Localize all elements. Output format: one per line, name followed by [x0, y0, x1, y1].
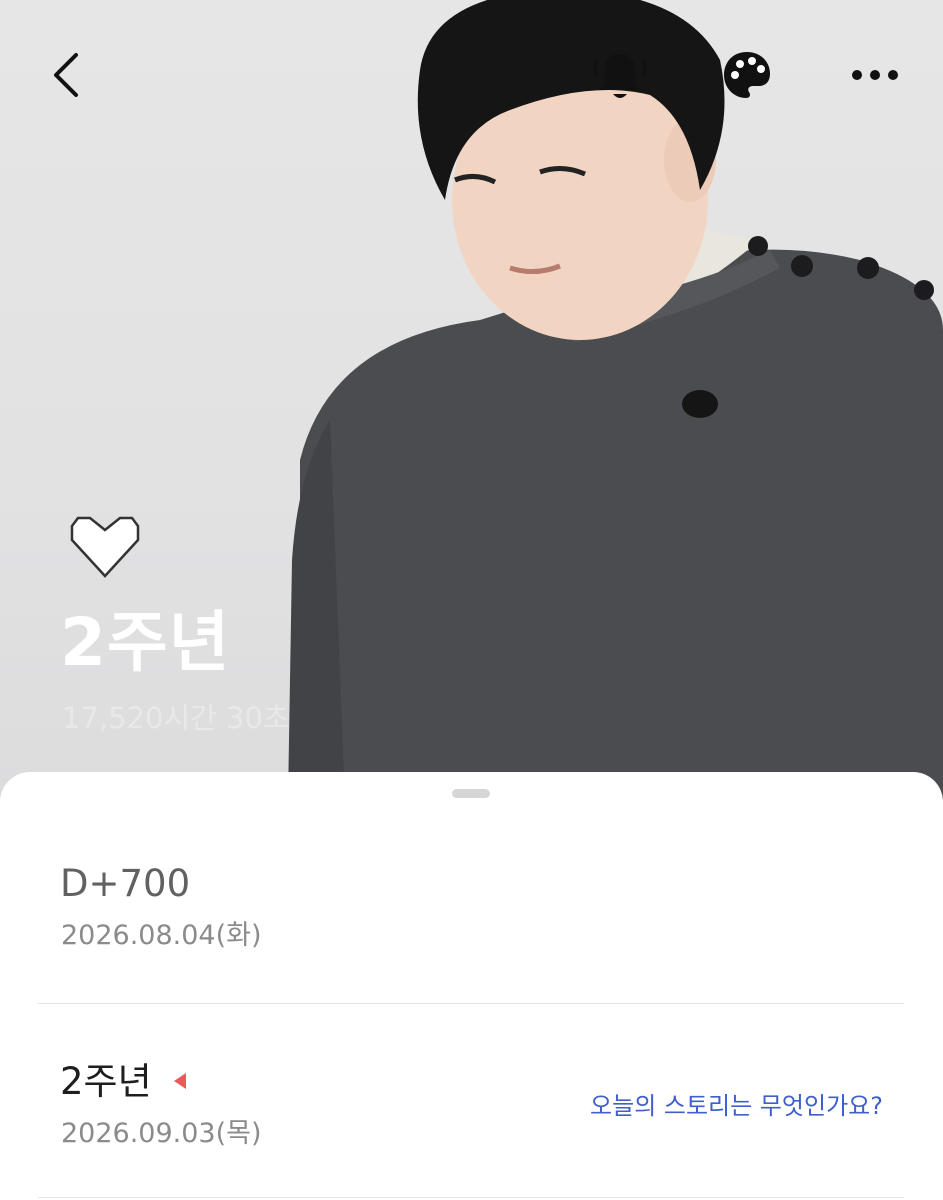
event-date: 2026.08.04(화)	[61, 920, 262, 951]
chevron-left-icon	[54, 53, 78, 97]
more-button[interactable]	[840, 40, 910, 110]
story-prompt-link[interactable]: 오늘의 스토리는 무엇인가요?	[590, 1086, 883, 1126]
back-button[interactable]	[30, 40, 100, 110]
hero-elapsed-time: 17,520시간 30초	[62, 701, 290, 735]
palette-icon	[724, 52, 770, 98]
notification-button[interactable]	[585, 40, 655, 110]
bell-icon	[593, 54, 647, 98]
theme-button[interactable]	[712, 40, 782, 110]
more-horizontal-icon	[852, 70, 898, 80]
sheet-grabber[interactable]	[452, 789, 490, 798]
bottom-sheet: D+700 2026.08.04(화) 2주년 2026.09.03(목) 오늘…	[0, 772, 943, 1200]
hero-photo: 2주년 17,520시간 30초	[0, 0, 943, 800]
divider	[38, 1003, 904, 1004]
divider	[38, 1197, 904, 1198]
event-date: 2026.09.03(목)	[61, 1118, 262, 1149]
event-title: D+700	[60, 862, 191, 905]
heart-outline-icon[interactable]	[68, 514, 142, 580]
hero-title: 2주년	[60, 604, 231, 681]
event-title: 2주년	[60, 1060, 152, 1103]
today-marker-icon	[174, 1073, 186, 1089]
